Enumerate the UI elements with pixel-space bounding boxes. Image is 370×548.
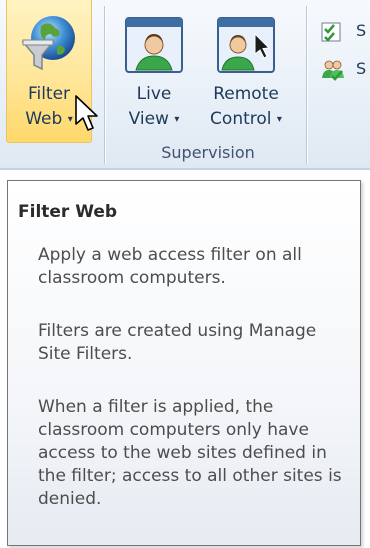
globe-funnel-icon [21,16,75,71]
chevron-down-icon: ▾ [276,114,282,125]
small-button-1[interactable]: S [316,18,370,44]
tooltip: Filter Web Apply a web access filter on … [7,180,361,546]
tooltip-paragraph: Apply a web access filter on all classro… [38,245,302,288]
ribbon: Filter Web ▾ Live View ▾ Remote Control … [0,0,370,170]
ribbon-separator [306,6,307,164]
tooltip-paragraph: When a filter is applied, the classroom … [38,397,342,509]
small-button-2[interactable]: S [316,56,370,82]
ribbon-border [0,168,370,170]
live-view-button[interactable]: Live View ▾ [110,0,198,142]
monitor-user-cursor-icon [217,17,275,73]
chevron-down-icon: ▾ [174,114,180,125]
tooltip-paragraph: Filters are created using Manage Site Fi… [38,321,317,364]
tooltip-title: Filter Web [18,202,118,222]
remote-control-label: Remote Control ▾ [210,84,282,129]
live-view-label: Live View ▾ [128,84,180,129]
users-check-icon [322,60,344,81]
chevron-down-icon: ▾ [67,114,73,125]
remote-control-button[interactable]: Remote Control ▾ [198,0,294,142]
mouse-pointer-icon [75,95,98,131]
checklist-icon [321,22,341,42]
group-label-supervision: Supervision [161,143,255,162]
monitor-user-icon [125,17,183,73]
ribbon-separator [104,6,105,164]
